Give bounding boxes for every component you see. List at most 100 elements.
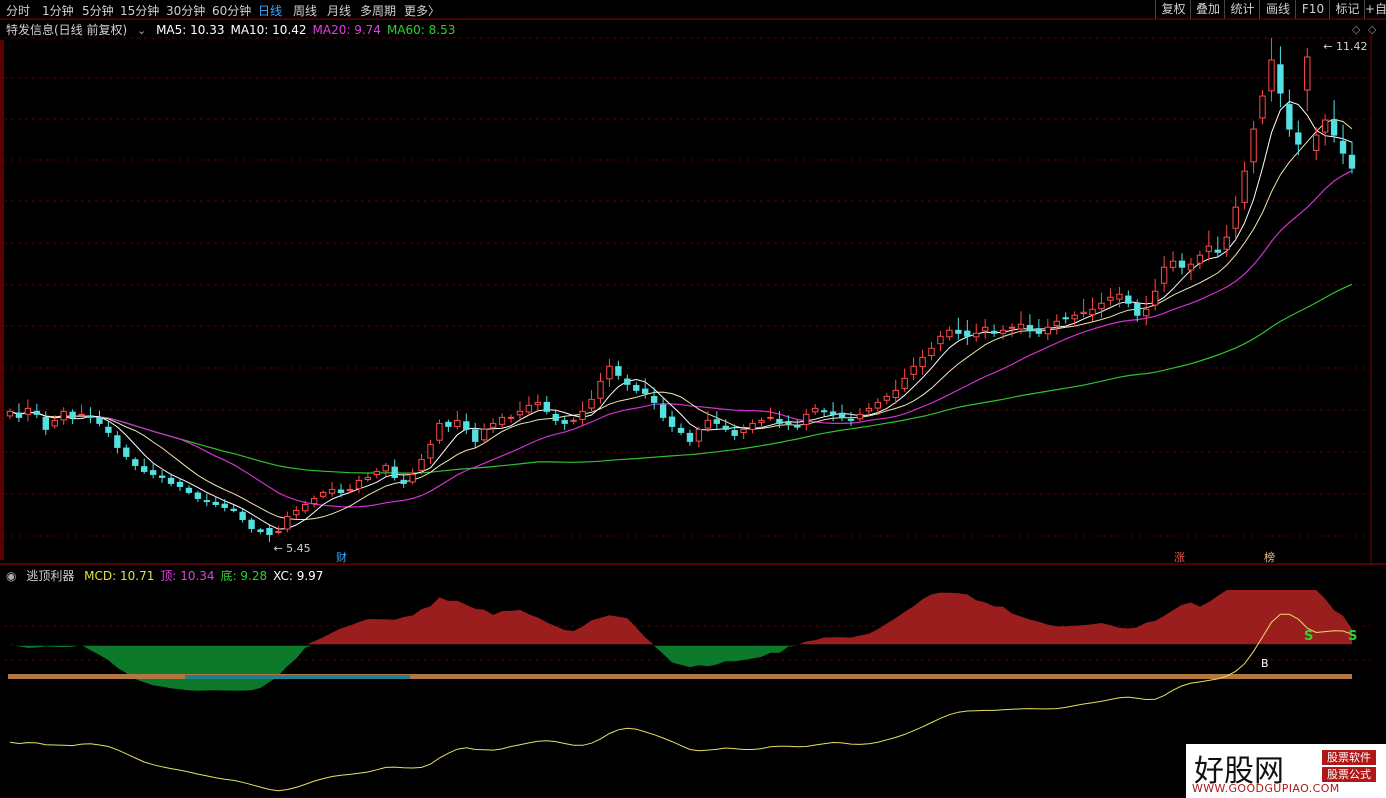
candle-body <box>794 425 801 428</box>
candle-body <box>185 487 193 493</box>
candle-body <box>1286 104 1293 130</box>
candle-body <box>785 422 792 425</box>
candle-body <box>731 430 738 436</box>
candle-body <box>982 326 989 332</box>
candle-body <box>740 428 747 434</box>
candle-body <box>1196 254 1204 264</box>
candle-body <box>463 421 470 430</box>
candle-body <box>910 365 917 375</box>
candle-body <box>1017 323 1025 330</box>
candle-body <box>293 509 300 516</box>
candle-body <box>1321 119 1329 133</box>
ma60-line <box>9 283 1353 474</box>
high-price-label: ← 11.42 <box>1323 40 1367 53</box>
candle-body <box>1080 311 1087 314</box>
candle-body <box>892 389 899 399</box>
candle-body <box>543 401 550 412</box>
candle-body <box>275 530 282 534</box>
watermark-tag-software: 股票软件 <box>1322 750 1376 765</box>
candle-body <box>686 432 694 442</box>
candle-body <box>480 428 488 441</box>
candle-body <box>60 410 67 421</box>
candle-body <box>33 410 41 415</box>
candle-body <box>955 329 962 334</box>
candle-body <box>87 415 94 418</box>
candle-body <box>677 427 685 433</box>
candle-body <box>999 329 1007 334</box>
candle-body <box>820 410 828 413</box>
candle-body <box>230 508 237 511</box>
candle-body <box>847 418 855 421</box>
candle-body <box>964 330 971 337</box>
candle-body <box>1134 302 1141 316</box>
candle-body <box>427 443 434 459</box>
candle-body <box>1125 295 1132 304</box>
candle-body <box>1295 132 1302 145</box>
candle-body <box>1187 263 1195 271</box>
candle-body <box>633 385 640 391</box>
candle-body <box>883 395 890 401</box>
candle-body <box>1008 326 1016 329</box>
candle-body <box>561 420 568 424</box>
candle-body <box>1241 170 1248 203</box>
candle-body <box>1214 249 1221 253</box>
candle-body <box>1313 134 1320 152</box>
gear-icon: ◇ <box>1368 23 1377 36</box>
candle-body <box>1098 302 1105 310</box>
candle-body <box>829 411 837 415</box>
candle-body <box>436 422 443 441</box>
candle-body <box>695 428 703 442</box>
candle-body <box>838 412 846 418</box>
candle-body <box>302 503 309 512</box>
candle-body <box>454 419 461 427</box>
candle-body <box>114 435 121 448</box>
candle-body <box>1223 236 1230 250</box>
candle-body <box>624 378 631 385</box>
candle-body <box>382 464 389 472</box>
candle-body <box>284 515 291 530</box>
event-mark: 涨 <box>1174 551 1185 564</box>
candle-body <box>149 470 157 475</box>
candle-body <box>239 511 246 520</box>
candle-body <box>713 419 720 424</box>
candle-body <box>1143 308 1150 317</box>
low-price-label: ← 5.45 <box>273 542 310 555</box>
candle-body <box>901 377 908 389</box>
candle-body <box>803 413 810 425</box>
top-area <box>10 590 1352 645</box>
candle-body <box>650 396 658 403</box>
event-mark: 财 <box>336 550 347 564</box>
candle-body <box>749 422 756 430</box>
sell-signal: S <box>1304 629 1313 644</box>
chart-canvas[interactable]: ◇ ◇← 11.42← 5.45财涨榜BS S <box>0 0 1386 798</box>
candle-body <box>319 491 327 497</box>
candle-body <box>1268 59 1275 92</box>
candle-body <box>257 529 264 532</box>
threshold-band-segment <box>185 675 410 679</box>
candle-body <box>158 475 166 478</box>
candle-body <box>472 429 479 442</box>
candle-body <box>597 380 604 399</box>
sell-signal: S <box>1348 629 1357 644</box>
candle-body <box>364 476 372 480</box>
candle-body <box>15 412 23 418</box>
candle-body <box>865 407 873 412</box>
candle-body <box>346 488 354 492</box>
candle-body <box>409 473 416 483</box>
candle-body <box>1277 64 1284 94</box>
candle-body <box>69 411 76 418</box>
candle-body <box>176 481 184 487</box>
candle-body <box>498 416 506 425</box>
candle-body <box>1089 308 1096 316</box>
candle-body <box>1107 296 1114 301</box>
candle-body <box>1053 320 1060 327</box>
candle-body <box>642 388 649 394</box>
candle-body <box>856 413 864 420</box>
candle-body <box>221 503 228 508</box>
candle-body <box>1205 245 1213 252</box>
ma5-line <box>9 100 1353 530</box>
candle-body <box>812 407 819 413</box>
candle-body <box>1250 128 1257 163</box>
candle-body <box>1160 266 1168 284</box>
candle-body <box>6 410 14 417</box>
